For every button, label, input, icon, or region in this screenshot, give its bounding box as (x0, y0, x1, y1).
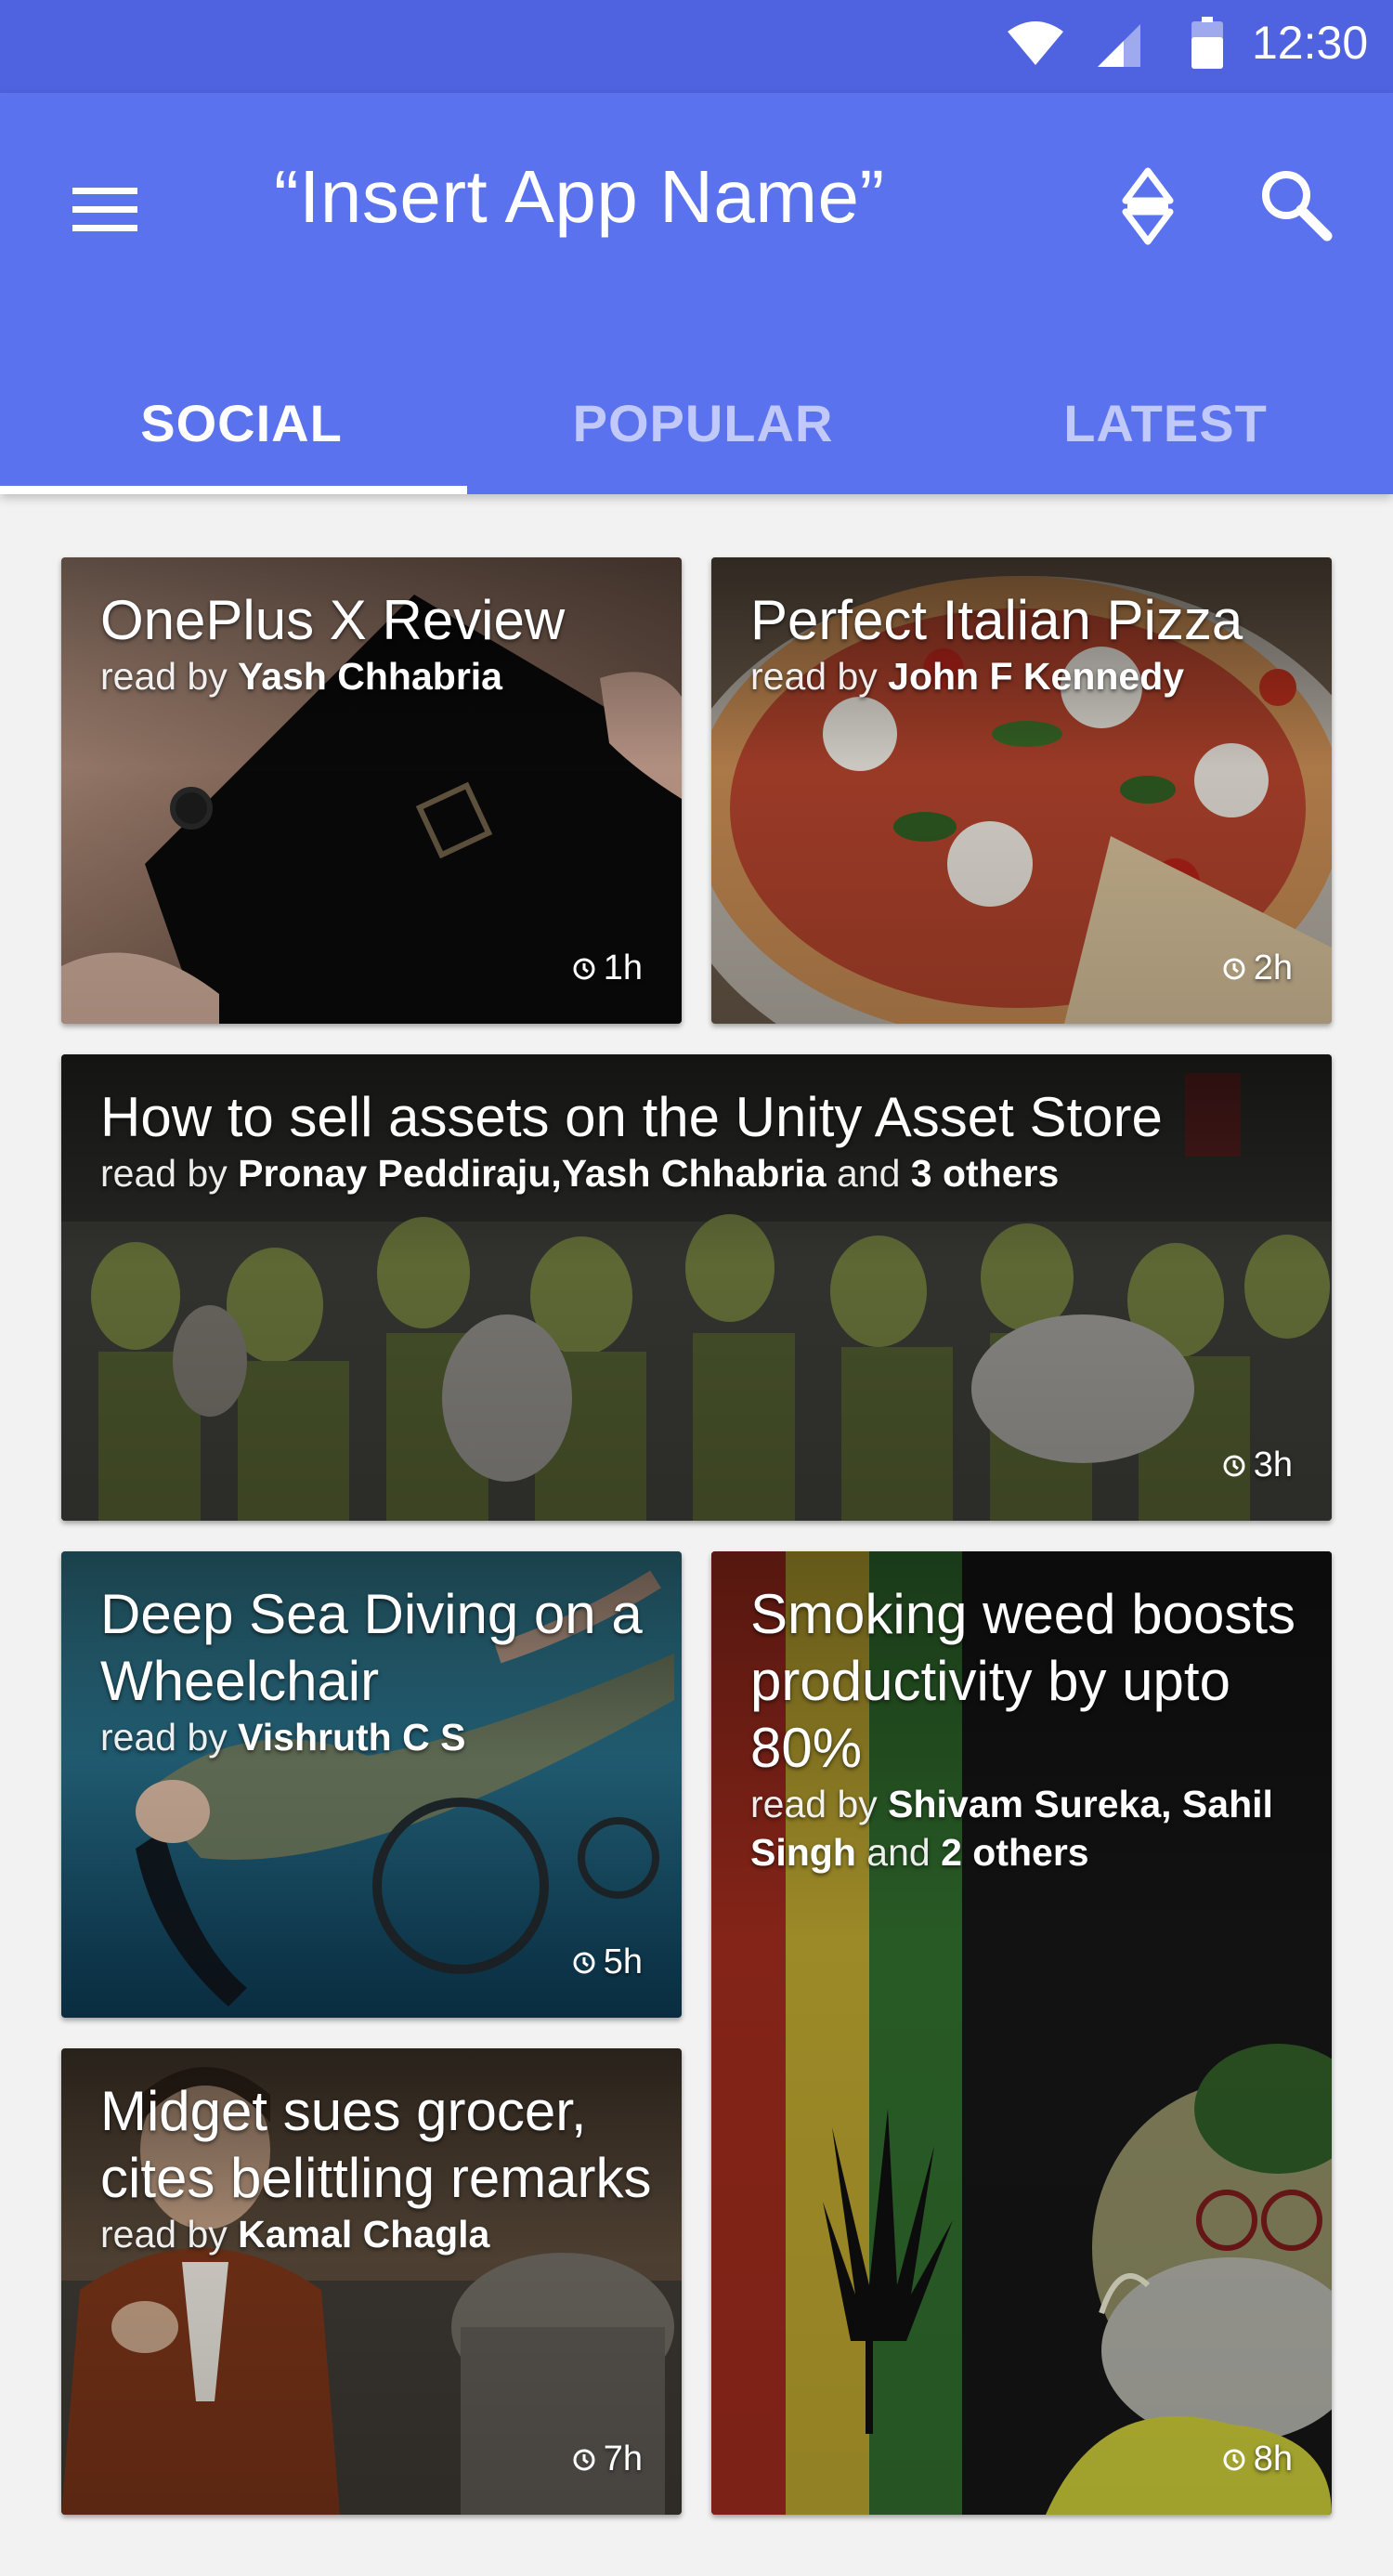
article-title: Perfect Italian Pizza read by John F Ken… (750, 587, 1322, 700)
article-title: Midget sues grocer, cites belittling rem… (100, 2078, 672, 2258)
article-card-deep-sea[interactable]: Deep Sea Diving on a Wheelchair read by … (61, 1551, 682, 2018)
sort-arrows-icon[interactable] (1122, 167, 1174, 245)
article-time: 8h (1222, 2439, 1293, 2479)
article-card-oneplus[interactable]: OnePlus X Review read by Yash Chhabria 1… (61, 557, 682, 1024)
article-time: 3h (1222, 1445, 1293, 1485)
search-icon[interactable] (1258, 167, 1333, 242)
clock-icon (573, 1952, 595, 1973)
article-readers: read by John F Kennedy (750, 655, 1185, 698)
status-bar: 12:30 (0, 0, 1393, 93)
tab-latest[interactable]: LATEST (933, 353, 1393, 494)
app-bar: “Insert App Name” SOCIAL POPULAR LATEST (0, 93, 1393, 494)
clock-icon (1223, 2449, 1245, 2470)
article-time: 1h (572, 948, 643, 988)
article-card-grocer-lawsuit[interactable]: Midget sues grocer, cites belittling rem… (61, 2048, 682, 2515)
article-time: 7h (572, 2439, 643, 2479)
clock-icon (573, 958, 595, 979)
clock-icon (1223, 958, 1245, 979)
article-title: How to sell assets on the Unity Asset St… (100, 1084, 1322, 1197)
tab-bar: SOCIAL POPULAR LATEST (0, 353, 1393, 494)
article-readers: read by Yash Chhabria (100, 655, 502, 698)
clock-icon (573, 2449, 595, 2470)
tab-indicator (0, 486, 467, 494)
article-card-weed-productivity[interactable]: Smoking weed boosts productivity by upto… (711, 1551, 1332, 2515)
status-time: 12:30 (1252, 17, 1369, 69)
wifi-icon (1008, 21, 1063, 65)
tab-social[interactable]: SOCIAL (9, 353, 474, 494)
article-readers: read by Pronay Peddiraju,Yash Chhabria a… (100, 1152, 1060, 1195)
battery-icon (1191, 17, 1223, 69)
tab-popular[interactable]: POPULAR (471, 353, 935, 494)
article-title: OnePlus X Review read by Yash Chhabria (100, 587, 672, 700)
article-time: 2h (1222, 948, 1293, 988)
app-title: “Insert App Name” (274, 155, 885, 238)
article-time: 5h (572, 1942, 643, 1982)
article-card-pizza[interactable]: Perfect Italian Pizza read by John F Ken… (711, 557, 1332, 1024)
article-readers: read by Kamal Chagla (100, 2213, 490, 2256)
article-title: Deep Sea Diving on a Wheelchair read by … (100, 1581, 672, 1761)
article-title: Smoking weed boosts productivity by upto… (750, 1581, 1322, 1876)
hamburger-menu-icon[interactable] (65, 177, 145, 242)
article-readers: read by Shivam Sureka, Sahil Singh and 2… (750, 1783, 1273, 1874)
article-readers: read by Vishruth C S (100, 1716, 466, 1759)
article-card-unity-assets[interactable]: How to sell assets on the Unity Asset St… (61, 1054, 1332, 1521)
clock-icon (1223, 1455, 1245, 1476)
signal-icon (1098, 24, 1140, 67)
